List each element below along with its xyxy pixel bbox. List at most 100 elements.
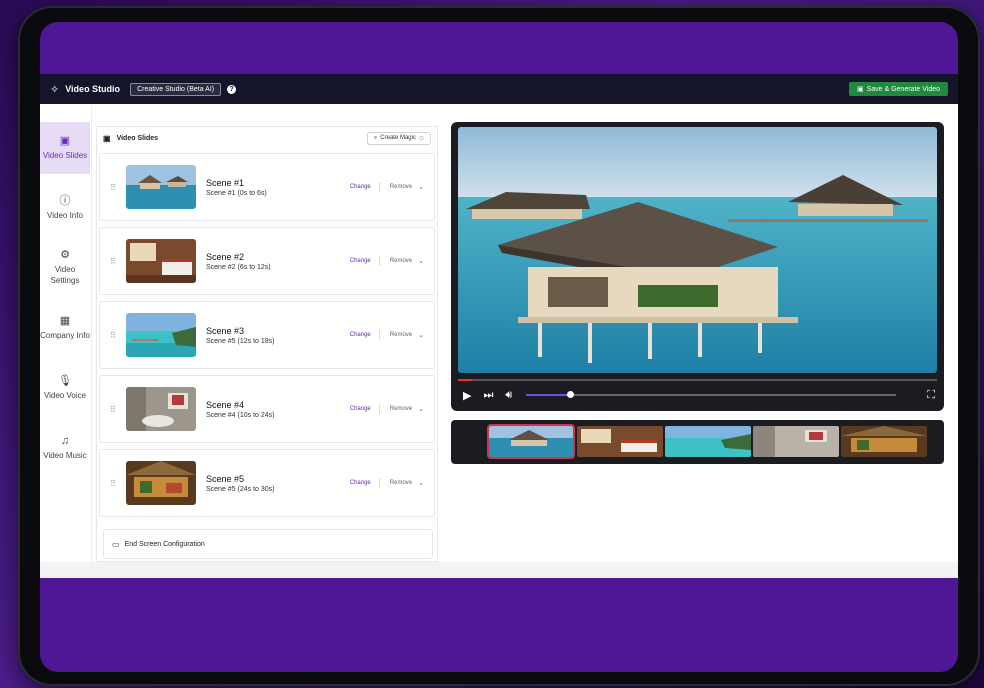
slides-header-title: Video Slides (116, 134, 159, 142)
scene-time-range: Scene #2 (6s to 12s) (206, 263, 271, 271)
video-player: ▶ ⏭ 🔊︎ ⛶ (451, 122, 944, 411)
studio-mode-selector[interactable]: Creative Studio (Beta AI) (130, 82, 222, 96)
video-slides-panel: ▣ Video Slides ⌕ Create Magic ⊙ ⠿ Scene … (96, 126, 438, 562)
sparkle-icon: ✧ (50, 83, 60, 96)
scene-time-range: Scene #5 (24s to 30s) (206, 485, 275, 493)
drag-handle-icon[interactable]: ⠿ (110, 183, 126, 192)
slides-header: ▣ Video Slides ⌕ Create Magic ⊙ (97, 127, 437, 149)
divider (378, 182, 380, 192)
scene-card-4[interactable]: ⠿ Scene #4 Scene #4 (10s to 24s) Change … (99, 375, 435, 443)
scene-card-2[interactable]: ⠿ Scene #2 Scene #2 (6s to 12s) Change R… (99, 227, 435, 295)
tablet-screen: ✧ Video Studio Creative Studio (Beta AI)… (40, 22, 958, 672)
divider (378, 404, 380, 414)
sidebar-item-label: Video Slides (42, 150, 88, 160)
scene-thumbnail (126, 461, 196, 505)
scene-title: Scene #3 (206, 325, 245, 336)
remove-button[interactable]: Remove (390, 258, 412, 264)
scene-thumbnail (126, 387, 196, 431)
drag-handle-icon[interactable]: ⠿ (110, 405, 126, 414)
remove-button[interactable]: Remove (390, 184, 412, 190)
chevron-down-icon[interactable]: ⌄ (418, 405, 424, 413)
change-button[interactable]: Change (350, 258, 371, 264)
filmstrip-thumbnail-1[interactable] (487, 424, 575, 459)
sidebar-item-video-settings[interactable]: ⚙ Video Settings (40, 242, 90, 294)
sidebar-item-company-info[interactable]: ▦ Company Info (40, 302, 90, 354)
chevron-down-icon[interactable]: ⌄ (418, 479, 424, 487)
app-window: ✧ Video Studio Creative Studio (Beta AI)… (40, 74, 958, 562)
divider (378, 256, 380, 266)
chevron-down-icon[interactable]: ⌄ (418, 183, 424, 191)
filmstrip-thumbnail-4[interactable] (753, 426, 839, 457)
scene-card-1[interactable]: ⠿ Scene #1 Scene #1 (0s to 6s) Change Re… (99, 153, 435, 221)
scene-title: Scene #5 (206, 473, 245, 484)
end-screen-configuration[interactable]: ▭ End Screen Configuration (103, 529, 433, 559)
scene-card-5[interactable]: ⠿ Scene #5 Scene #5 (24s to 30s) Change … (99, 449, 435, 517)
volume-slider-fill (526, 394, 571, 396)
volume-icon[interactable]: 🔊︎ (505, 389, 512, 402)
top-bar: ✧ Video Studio Creative Studio (Beta AI)… (40, 74, 958, 104)
scene-time-range: Scene #5 (12s to 18s) (206, 337, 275, 345)
change-button[interactable]: Change (350, 480, 371, 486)
change-button[interactable]: Change (350, 184, 371, 190)
microphone-icon: 🎙︎ (58, 374, 72, 387)
video-frame[interactable] (458, 127, 937, 373)
end-screen-label: End Screen Configuration (124, 540, 205, 548)
skip-next-icon[interactable]: ⏭ (483, 389, 493, 402)
scene-thumbnail (126, 239, 196, 283)
music-note-icon: ♫ (60, 434, 70, 447)
play-icon[interactable]: ▶ (463, 389, 471, 402)
monitor-icon: ▣ (59, 134, 71, 147)
remove-button[interactable]: Remove (390, 332, 412, 338)
scene-title: Scene #2 (206, 251, 245, 262)
remove-button[interactable]: Remove (390, 480, 412, 486)
sidebar-item-video-music[interactable]: ♫ Video Music (40, 422, 90, 474)
filmstrip-thumbnail-2[interactable] (577, 426, 663, 457)
help-icon[interactable]: ? (227, 84, 237, 94)
save-generate-button[interactable]: ▣ Save & Generate Video (848, 82, 948, 96)
bottom-strip (40, 562, 958, 578)
fullscreen-icon[interactable]: ⛶ (927, 389, 935, 402)
playback-progress-bar[interactable] (458, 379, 937, 381)
sidebar-item-video-voice[interactable]: 🎙︎ Video Voice (40, 362, 90, 414)
sidebar-item-video-info[interactable]: ⓘ Video Info (40, 182, 90, 234)
sidebar-item-label: Video Info (47, 210, 83, 220)
volume-slider[interactable] (526, 391, 897, 398)
chevron-down-icon[interactable]: ⌄ (418, 257, 424, 265)
scene-time-range: Scene #4 (10s to 24s) (206, 411, 275, 419)
scene-time-range: Scene #1 (0s to 6s) (206, 189, 267, 197)
create-magic-button[interactable]: ⌕ Create Magic ⊙ (366, 131, 431, 145)
sidebar: ▣ Video Slides ⓘ Video Info ⚙ Video Sett… (40, 104, 92, 562)
remove-button[interactable]: Remove (390, 406, 412, 412)
drag-handle-icon[interactable]: ⠿ (110, 331, 126, 340)
app-title: Video Studio (65, 84, 121, 94)
tablet-frame: ✧ Video Studio Creative Studio (Beta AI)… (18, 6, 980, 686)
scene-filmstrip (451, 420, 944, 464)
save-generate-label: Save & Generate Video (866, 85, 940, 93)
sidebar-item-video-slides[interactable]: ▣ Video Slides (40, 122, 90, 174)
create-magic-label: Create Magic (380, 135, 416, 141)
monitor-icon: ▣ (103, 133, 111, 143)
scene-thumbnail (126, 313, 196, 357)
filmstrip-thumbnail-3[interactable] (665, 426, 751, 457)
info-icon: ⓘ (59, 194, 71, 207)
sidebar-item-label: Video Voice (43, 390, 87, 400)
sidebar-item-label: Company Info (40, 330, 90, 340)
divider (378, 478, 380, 488)
info-icon: ⊙ (418, 135, 424, 142)
chevron-down-icon[interactable]: ⌄ (418, 331, 424, 339)
drag-handle-icon[interactable]: ⠿ (110, 479, 126, 488)
scene-card-3[interactable]: ⠿ Scene #3 Scene #5 (12s to 18s) Change … (99, 301, 435, 369)
drag-handle-icon[interactable]: ⠿ (110, 257, 126, 266)
scene-title: Scene #1 (206, 177, 245, 188)
change-button[interactable]: Change (350, 332, 371, 338)
filmstrip-thumbnail-5[interactable] (841, 426, 927, 457)
volume-slider-knob[interactable] (567, 391, 575, 398)
player-controls: ▶ ⏭ 🔊︎ ⛶ (463, 388, 935, 402)
monitor-icon: ▭ (112, 539, 120, 549)
change-button[interactable]: Change (350, 406, 371, 412)
save-icon: ▣ (856, 86, 864, 93)
sidebar-item-label: Video Music (43, 450, 87, 460)
scene-thumbnail (126, 165, 196, 209)
playback-progress-fill (458, 379, 473, 381)
scene-title: Scene #4 (206, 399, 245, 410)
